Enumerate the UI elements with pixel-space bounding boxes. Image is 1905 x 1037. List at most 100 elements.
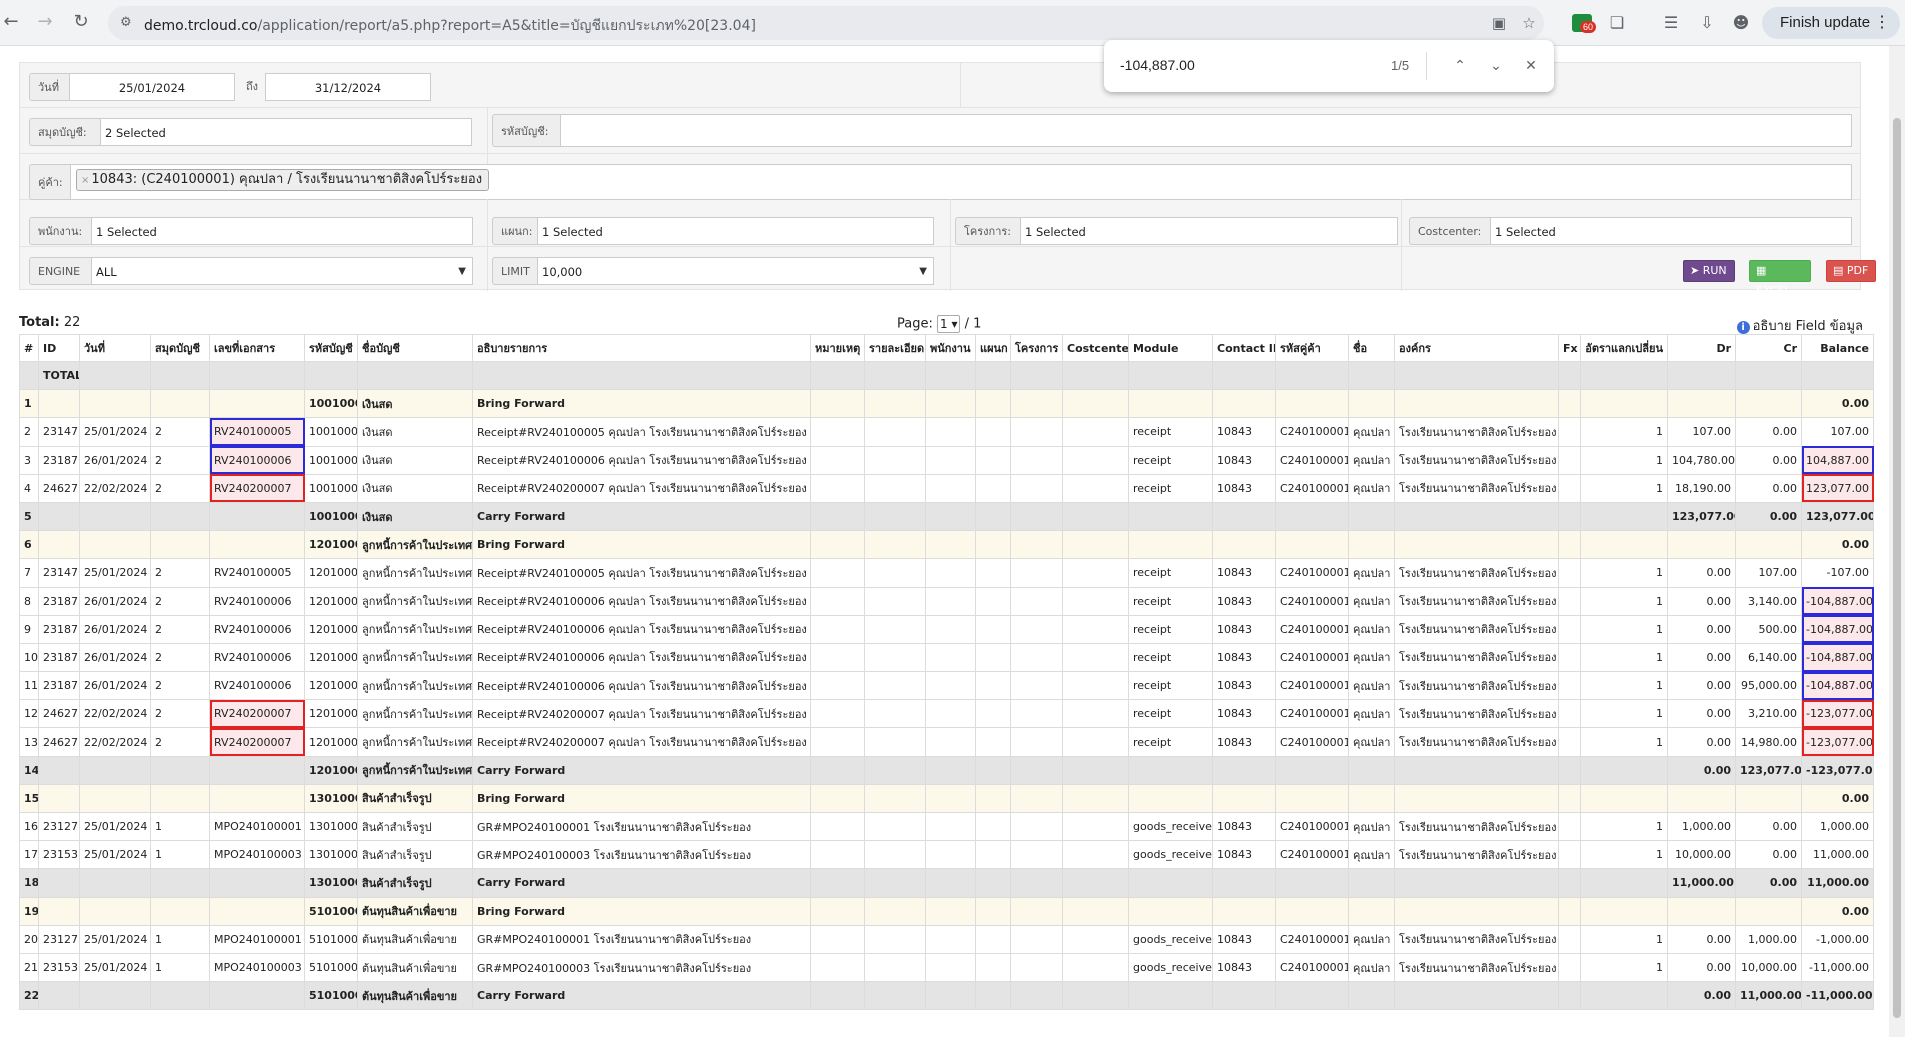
url-text[interactable]: demo.trcloud.co/application/report/a5.ph…: [144, 15, 756, 37]
column-header[interactable]: Balance: [1801, 334, 1874, 362]
table-cell: 25/01/2024: [79, 840, 151, 870]
extension-badge: 60: [1580, 21, 1597, 33]
column-header[interactable]: อธิบายรายการ: [472, 334, 811, 362]
table-cell: โรงเรียนนานาชาติสิงคโปร์ระยอง: [1394, 671, 1559, 701]
table-cell: 1201000: [304, 586, 358, 616]
table-cell: Receipt#RV240100005 คุณปลา โรงเรียนนานาช…: [472, 417, 811, 447]
column-header[interactable]: องค์กร: [1394, 334, 1559, 362]
table-cell: 10,000.00: [1735, 952, 1802, 983]
table-cell: 2: [150, 473, 210, 503]
find-previous-icon[interactable]: ⌃: [1449, 55, 1471, 77]
table-cell: [975, 614, 1011, 644]
project-select[interactable]: 1 Selected: [1020, 217, 1398, 245]
table-cell: [975, 558, 1011, 588]
table-cell: [1062, 389, 1129, 419]
table-cell: receipt: [1128, 671, 1213, 701]
pagination: Page: 1 ▾ / 1: [897, 315, 981, 333]
column-header[interactable]: #: [19, 334, 39, 362]
total-count: Total: 22: [19, 315, 80, 330]
table-cell: 1001000: [304, 417, 358, 447]
table-cell: [975, 783, 1011, 814]
table-cell: 1: [1580, 727, 1668, 757]
column-header[interactable]: อัตราแลกเปลี่ยน: [1580, 334, 1668, 362]
book-select[interactable]: 2 Selected: [100, 118, 472, 146]
table-cell: [925, 952, 976, 983]
column-header[interactable]: รายละเอียด: [864, 334, 926, 362]
table-row: 10 23187 26/01/2024 2 RV240100006 1201000 ลูกห…: [19, 642, 1874, 673]
find-next-icon[interactable]: ⌄: [1485, 55, 1507, 77]
bookmark-star-icon[interactable]: ☆: [1520, 14, 1538, 32]
column-header[interactable]: ID: [38, 334, 80, 362]
column-header[interactable]: Costcenter: [1062, 334, 1129, 362]
extensions-puzzle-icon[interactable]: ❏: [1606, 12, 1628, 34]
table-cell: 0.00: [1735, 417, 1802, 447]
column-header[interactable]: เลขที่เอกสาร: [209, 334, 305, 362]
column-header[interactable]: Dr: [1667, 334, 1736, 362]
column-header[interactable]: รหัสบัญชี: [304, 334, 358, 362]
excel-button[interactable]: ▦ EXCEL: [1749, 260, 1811, 297]
reload-icon[interactable]: ↻: [70, 11, 92, 33]
download-icon[interactable]: ⇩: [1696, 12, 1718, 34]
table-cell: คุณปลา: [1348, 699, 1395, 729]
table-cell: [810, 558, 865, 588]
address-bar[interactable]: ⚙ demo.trcloud.co/application/report/a5.…: [108, 6, 1544, 40]
extension-icon[interactable]: 60: [1572, 14, 1597, 33]
column-header[interactable]: สมุดบัญชี: [150, 334, 210, 362]
column-header[interactable]: Module: [1128, 334, 1213, 362]
table-cell: 0.00: [1667, 671, 1736, 701]
chevron-down-icon: ▼: [458, 266, 466, 277]
table-cell: receipt: [1128, 699, 1213, 729]
costcenter-select[interactable]: 1 Selected: [1490, 217, 1852, 245]
employee-select[interactable]: 1 Selected: [91, 217, 473, 245]
table-cell: [1128, 783, 1213, 814]
department-select[interactable]: 1 Selected: [537, 217, 934, 245]
partner-chip[interactable]: × 10843: (C240100001) คุณปลา / โรงเรียนนา…: [76, 169, 490, 191]
column-header[interactable]: วันที่: [79, 334, 151, 362]
limit-select[interactable]: 10,000 ▼: [537, 257, 934, 285]
column-header[interactable]: Contact ID: [1212, 334, 1276, 362]
excel-label: EXCEL: [1756, 284, 1791, 297]
chip-remove-icon[interactable]: ×: [81, 175, 89, 186]
table-cell: [1010, 586, 1063, 616]
partner-input[interactable]: × 10843: (C240100001) คุณปลา / โรงเรียนนา…: [70, 164, 1852, 200]
account-input[interactable]: [560, 114, 1852, 147]
page-select[interactable]: 1 ▾: [937, 315, 961, 333]
column-header[interactable]: ชื่อบัญชี: [357, 334, 473, 362]
column-header[interactable]: รหัสคู่ค้า: [1275, 334, 1349, 362]
profile-avatar-icon[interactable]: ☻: [1730, 12, 1752, 34]
scrollbar-thumb[interactable]: [1893, 118, 1901, 1018]
column-header[interactable]: ชื่อ: [1348, 334, 1395, 362]
run-button[interactable]: ➤ RUN: [1683, 260, 1735, 282]
column-header[interactable]: หมายเหตุ: [810, 334, 865, 362]
date-from-input[interactable]: 25/01/2024: [69, 73, 235, 101]
column-header[interactable]: Fx: [1558, 334, 1581, 362]
vertical-scrollbar[interactable]: [1889, 46, 1905, 1037]
table-cell: [975, 530, 1011, 560]
table-cell: 1201000: [304, 614, 358, 644]
column-header[interactable]: แผนก: [975, 334, 1011, 362]
find-input[interactable]: -104,887.00: [1120, 57, 1195, 73]
engine-select[interactable]: ALL ▼: [91, 257, 473, 285]
date-to-input[interactable]: 31/12/2024: [265, 73, 431, 101]
table-cell: 0.00: [1667, 614, 1736, 644]
pdf-button[interactable]: ▤ PDF: [1826, 260, 1876, 282]
column-header[interactable]: Cr: [1735, 334, 1802, 362]
table-cell: 11,000.00: [1801, 868, 1874, 898]
find-close-icon[interactable]: ✕: [1520, 55, 1542, 77]
table-cell: [1580, 896, 1668, 926]
column-header[interactable]: โครงการ: [1010, 334, 1063, 362]
table-cell: receipt: [1128, 558, 1213, 588]
back-icon[interactable]: ←: [0, 11, 22, 33]
field-help-link[interactable]: i อธิบาย Field ข้อมูล: [1736, 315, 1863, 336]
finish-update-button[interactable]: Finish update ⋮: [1762, 7, 1900, 39]
more-menu-icon[interactable]: ⋮: [1874, 7, 1890, 39]
table-cell: [1558, 924, 1581, 954]
table-cell: ลูกหนี้การค้าในประเทศ: [357, 699, 473, 729]
table-cell: [1010, 671, 1063, 701]
table-cell: [1801, 360, 1874, 391]
forward-icon[interactable]: →: [34, 11, 56, 33]
media-icon[interactable]: ☰: [1660, 12, 1682, 34]
column-header[interactable]: พนักงาน: [925, 334, 976, 362]
lens-icon[interactable]: ▣: [1490, 14, 1508, 32]
site-info-icon[interactable]: ⚙: [120, 15, 136, 31]
